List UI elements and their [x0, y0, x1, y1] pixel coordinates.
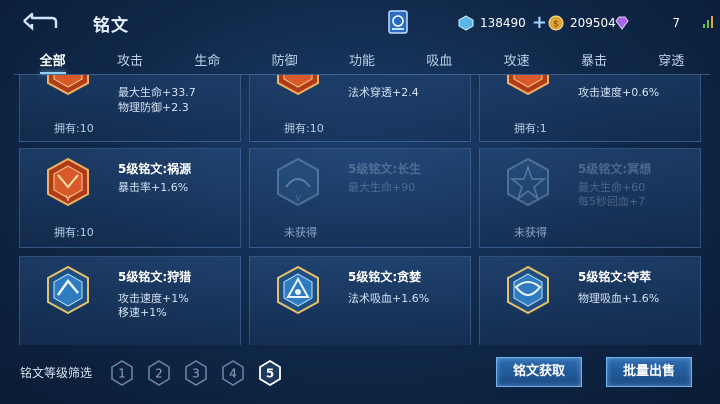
card-owned-count: 拥有:10	[54, 226, 94, 239]
blue-inscription-emblem-icon	[277, 265, 319, 315]
inscription-card[interactable]: 5级铭文:贪婪 法术吸血+1.6%	[249, 256, 471, 345]
red-inscription-emblem-icon	[507, 75, 549, 96]
svg-text:2: 2	[155, 367, 163, 381]
blue-inscription-emblem-icon	[507, 265, 549, 315]
tab-utility[interactable]: 功能	[323, 46, 400, 74]
level-filter-1-button[interactable]: 1	[111, 360, 133, 386]
level-filter-label: 铭文等级筛选	[20, 366, 93, 380]
gold-value: 209504	[570, 16, 616, 30]
inscription-card[interactable]: V 5级铭文:祸源 暴击率+1.6% 拥有:10	[19, 148, 241, 248]
card-attribute: 攻击速度+0.6%	[578, 86, 660, 99]
tab-health[interactable]: 生命	[169, 46, 246, 74]
level-filter-2-button[interactable]: 2	[148, 360, 170, 386]
inscription-card[interactable]: 5级铭文:冥想 最大生命+60 每5秒回血+7 未获得	[479, 148, 701, 248]
svg-text:5: 5	[266, 367, 274, 381]
inscription-card[interactable]: V 5级铭文:长生 最大生命+90 未获得	[249, 148, 471, 248]
card-owned-count: 拥有:10	[54, 122, 94, 135]
svg-text:$: $	[553, 20, 559, 30]
coupon-counter: 138490 +	[458, 13, 547, 33]
level-filter-5-button[interactable]: 5	[259, 360, 281, 386]
inscription-card[interactable]: 法术穿透+2.4 拥有:10	[249, 75, 471, 142]
card-name: 5级铭文:贪婪	[348, 270, 422, 284]
tab-defense[interactable]: 防御	[246, 46, 323, 74]
card-attribute: 移速+1%	[118, 306, 167, 319]
inscription-card[interactable]: 5级铭文:夺萃 物理吸血+1.6%	[479, 256, 701, 345]
red-inscription-emblem-icon	[47, 75, 89, 96]
gold-coin-icon: $	[548, 15, 564, 31]
card-attribute: 法术吸血+1.6%	[348, 292, 430, 305]
page-title: 铭文	[93, 16, 129, 36]
coupon-value: 138490	[480, 16, 526, 30]
blue-inscription-emblem-icon	[507, 157, 549, 207]
card-name: 5级铭文:祸源	[118, 162, 192, 176]
top-bar: 铭文 138490 + $ 209504 7	[0, 0, 720, 44]
category-tabs: 全部 攻击 生命 防御 功能 吸血 攻速 暴击 穿透	[14, 46, 710, 74]
add-coupon-button[interactable]: +	[532, 14, 547, 32]
red-inscription-emblem-icon	[277, 75, 319, 96]
tab-lifesteal[interactable]: 吸血	[401, 46, 478, 74]
signal-icon	[703, 16, 713, 28]
card-attribute: 物理防御+2.3	[118, 101, 189, 114]
card-attribute: 暴击率+1.6%	[118, 181, 189, 194]
inscription-card[interactable]: 5级铭文:狩猎 攻击速度+1% 移速+1%	[19, 256, 241, 345]
card-attribute: 每5秒回血+7	[578, 195, 646, 208]
bulk-sell-button[interactable]: 批量出售	[606, 357, 692, 387]
svg-text:4: 4	[229, 367, 237, 381]
level-filter-4-button[interactable]: 4	[222, 360, 244, 386]
blue-inscription-emblem-icon	[47, 265, 89, 315]
level-filter-3-button[interactable]: 3	[185, 360, 207, 386]
tab-attack[interactable]: 攻击	[91, 46, 168, 74]
inscription-card[interactable]: 最大生命+33.7 物理防御+2.3 拥有:10	[19, 75, 241, 142]
tab-crit[interactable]: 暴击	[555, 46, 632, 74]
svg-text:1: 1	[118, 367, 126, 381]
gem-value: 7	[672, 16, 680, 30]
card-attribute: 最大生命+33.7	[118, 86, 196, 99]
gem-counter: 7	[614, 13, 680, 33]
card-attribute: 最大生命+90	[348, 181, 416, 194]
inscription-book-icon[interactable]	[386, 8, 410, 36]
tab-all[interactable]: 全部	[14, 46, 91, 74]
inscription-grid: 最大生命+33.7 物理防御+2.3 拥有:10 法术穿透+2.4 拥有:10 …	[0, 75, 720, 345]
card-name: 5级铭文:狩猎	[118, 270, 192, 284]
red-inscription-emblem-icon: V	[47, 157, 89, 207]
tab-attack-speed[interactable]: 攻速	[478, 46, 555, 74]
svg-text:V: V	[64, 195, 71, 203]
tab-penetration[interactable]: 穿透	[633, 46, 710, 74]
diamond-coupon-icon	[458, 15, 474, 31]
obtain-inscription-button[interactable]: 铭文获取	[496, 357, 582, 387]
gold-counter: $ 209504	[548, 13, 616, 33]
purple-gem-icon	[615, 16, 629, 30]
svg-text:V: V	[294, 195, 301, 203]
card-owned-status: 未获得	[514, 226, 547, 239]
blue-inscription-emblem-icon: V	[277, 157, 319, 207]
card-name: 5级铭文:夺萃	[578, 270, 652, 284]
card-attribute: 物理吸血+1.6%	[578, 292, 660, 305]
inscription-card[interactable]: 攻击速度+0.6% 拥有:1	[479, 75, 701, 142]
card-owned-count: 拥有:1	[514, 122, 547, 135]
card-name: 5级铭文:冥想	[578, 162, 652, 176]
svg-text:3: 3	[192, 367, 200, 381]
back-arrow-icon[interactable]	[20, 10, 58, 32]
card-attribute: 法术穿透+2.4	[348, 86, 419, 99]
card-owned-count: 拥有:10	[284, 122, 324, 135]
card-owned-status: 未获得	[284, 226, 317, 239]
card-name: 5级铭文:长生	[348, 162, 422, 176]
